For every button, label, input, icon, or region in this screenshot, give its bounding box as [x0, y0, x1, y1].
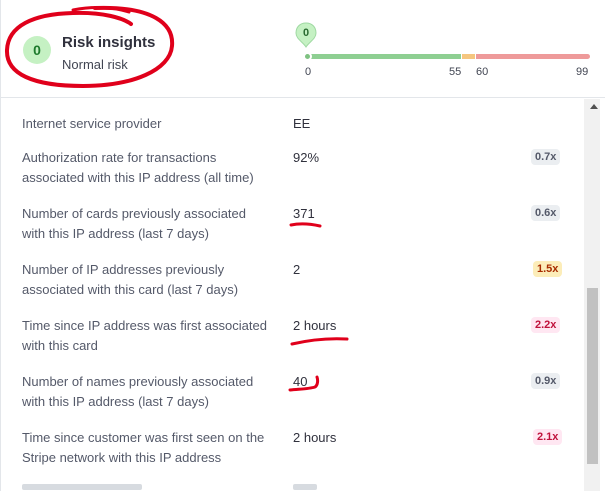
normal-risk-segment [307, 54, 461, 59]
row-value: 2 hours [293, 318, 337, 333]
row-label: Internet service provider [22, 116, 162, 131]
row-value: 2 hours [293, 430, 337, 445]
row-label: Time since IP address was first associat… [22, 318, 267, 353]
row-label: Time since customer was first seen on th… [22, 430, 265, 465]
row-value: 92% [293, 150, 320, 165]
row-value: 2 [293, 262, 301, 277]
risk-multiplier-badge: 1.5x [533, 261, 563, 277]
risk-score-badge: 0 [23, 36, 51, 64]
risk-multiplier-badge: 0.6x [531, 205, 561, 221]
risk-insights-panel: 0 Risk insights Normal risk 0 0 55 60 99… [0, 0, 605, 491]
risk-multiplier-badge: 0.7x [531, 149, 561, 165]
row-value: 371 [293, 206, 315, 221]
scale-tick-60: 60 [476, 66, 489, 78]
risk-multiplier-badge: 0.9x [531, 373, 561, 389]
scale-tick-0: 0 [305, 66, 312, 78]
truncated-row-placeholder [22, 484, 142, 490]
row-value: 40 [293, 374, 308, 389]
panel-title: Risk insights [62, 34, 156, 51]
risk-insights-header: 0 Risk insights Normal risk 0 0 55 60 99 [1, 0, 605, 98]
row-label: Number of cards previously associated wi… [22, 206, 246, 241]
risk-multiplier-badge: 2.1x [533, 429, 563, 445]
scale-tick-55: 55 [449, 66, 462, 78]
risk-multiplier-badge: 2.2x [531, 317, 561, 333]
row-label: Number of names previously associated wi… [22, 374, 254, 409]
risk-details-list[interactable]: Internet service provider EE Authorizati… [1, 99, 605, 491]
risk-level-label: Normal risk [62, 57, 128, 72]
truncated-value-placeholder [293, 484, 317, 490]
scroll-up-arrow-icon[interactable] [590, 104, 598, 109]
elevated-risk-segment [462, 54, 475, 59]
scrollbar-thumb[interactable] [587, 288, 598, 464]
scale-tick-99: 99 [576, 66, 589, 78]
row-value: EE [293, 116, 311, 131]
highest-risk-segment [476, 54, 590, 59]
score-marker-dot [303, 52, 312, 61]
row-label: Authorization rate for transactions asso… [22, 150, 254, 185]
score-marker-label: 0 [302, 27, 310, 39]
risk-scale-bar [307, 54, 590, 59]
row-label: Number of IP addresses previously associ… [22, 262, 239, 297]
